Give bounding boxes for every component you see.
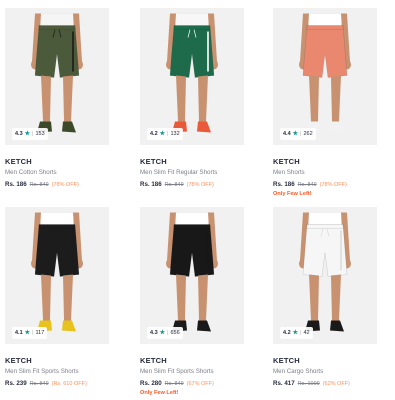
product-card[interactable]: 4.3 ★ | 656 KETCH Men Slim Fit Sports Shorts R… [140, 207, 244, 396]
discount-label: (78% OFF) [186, 182, 214, 188]
price-mrp: Rs. 849 [297, 182, 317, 188]
rating-badge: 4.2 ★ | 132 [147, 128, 183, 140]
stock-warning: Only Few Left! [273, 191, 312, 197]
star-icon: ★ [24, 330, 31, 336]
product-title[interactable]: Men Shorts [273, 169, 377, 176]
discount-label: (78% OFF) [51, 182, 79, 188]
rating-badge: 4.4 ★ | 262 [280, 128, 316, 140]
product-card[interactable]: 4.2 ★ | 132 KETCH Men Slim Fit Regular Shorts… [140, 8, 244, 188]
rating-count: 42 [303, 330, 310, 336]
product-info: KETCH Men Cotton Shorts Rs. 186 Rs. 849 (78%… [5, 145, 109, 188]
product-brand: KETCH [140, 356, 167, 365]
rating-value: 4.2 [150, 131, 158, 137]
product-info: KETCH Men Slim Fit Sports Shorts Rs. 239 Rs… [5, 344, 109, 387]
product-price: Rs. 186 Rs. 849 (78% OFF) [140, 181, 244, 188]
price-mrp: Rs. 849 [164, 182, 184, 188]
product-price: Rs. 280 Rs. 849 (67% OFF) [140, 380, 244, 387]
product-info: KETCH Men Slim Fit Sports Shorts Rs. 280 Rs… [140, 344, 244, 396]
product-title[interactable]: Men Cargo Shorts [273, 368, 377, 375]
product-card[interactable]: 4.3 ★ | 153 KETCH Men Cotton Shorts Rs. 186 Rs.… [5, 8, 109, 188]
rating-separator: | [300, 330, 302, 336]
stock-warning: Only Few Left! [140, 390, 179, 396]
star-icon: ★ [292, 330, 299, 336]
star-icon: ★ [159, 131, 166, 137]
rating-value: 4.4 [283, 131, 291, 137]
product-title[interactable]: Men Slim Fit Regular Shorts [140, 169, 244, 176]
rating-value: 4.1 [15, 330, 23, 336]
product-brand: KETCH [273, 157, 300, 166]
rating-badge: 4.3 ★ | 656 [147, 327, 183, 339]
rating-count: 262 [303, 131, 313, 137]
product-brand: KETCH [5, 157, 32, 166]
rating-count: 117 [35, 330, 45, 336]
product-brand: KETCH [5, 356, 32, 365]
model-wearing-shorts [166, 212, 218, 332]
rating-separator: | [167, 131, 169, 137]
price-current: Rs. 280 [140, 380, 162, 387]
product-image[interactable]: 4.2 ★ | 42 [273, 207, 377, 344]
star-icon: ★ [24, 131, 31, 137]
rating-badge: 4.1 ★ | 117 [12, 327, 48, 339]
rating-value: 4.3 [150, 330, 158, 336]
product-image[interactable]: 4.4 ★ | 262 [273, 8, 377, 145]
model-wearing-shorts [299, 212, 351, 332]
product-title[interactable]: Men Slim Fit Sports Shorts [140, 368, 244, 375]
product-price: Rs. 239 Rs. 849 (Rs. 610 OFF) [5, 380, 109, 387]
model-wearing-shorts [31, 13, 83, 133]
star-icon: ★ [159, 330, 166, 336]
model-wearing-shorts [166, 13, 218, 133]
product-info: KETCH Men Cargo Shorts Rs. 417 Rs. 1099 (62%… [273, 344, 377, 387]
price-current: Rs. 186 [5, 181, 27, 188]
rating-count: 656 [170, 330, 180, 336]
product-image[interactable]: 4.3 ★ | 656 [140, 207, 244, 344]
product-brand: KETCH [140, 157, 167, 166]
discount-label: (67% OFF) [186, 381, 214, 387]
star-icon: ★ [292, 131, 299, 137]
model-wearing-shorts [31, 212, 83, 332]
price-current: Rs. 186 [273, 181, 295, 188]
rating-separator: | [32, 131, 34, 137]
product-price: Rs. 186 Rs. 849 (78% OFF) [273, 181, 377, 188]
price-mrp: Rs. 849 [29, 182, 49, 188]
product-card[interactable]: 4.4 ★ | 262 KETCH Men Shorts Rs. 186 Rs. 849 (78… [273, 8, 377, 197]
discount-label: (78% OFF) [319, 182, 347, 188]
product-image[interactable]: 4.1 ★ | 117 [5, 207, 109, 344]
product-price: Rs. 186 Rs. 849 (78% OFF) [5, 181, 109, 188]
product-grid: 4.3 ★ | 153 KETCH Men Cotton Shorts Rs. 186 Rs.… [0, 0, 395, 400]
product-info: KETCH Men Shorts Rs. 186 Rs. 849 (78% OFF) On… [273, 145, 377, 197]
product-price: Rs. 417 Rs. 1099 (62% OFF) [273, 380, 377, 387]
price-current: Rs. 417 [273, 380, 295, 387]
rating-separator: | [300, 131, 302, 137]
discount-label: (Rs. 610 OFF) [51, 381, 87, 387]
product-card[interactable]: 4.1 ★ | 117 KETCH Men Slim Fit Sports Shorts R… [5, 207, 109, 387]
rating-badge: 4.3 ★ | 153 [12, 128, 48, 140]
rating-count: 153 [35, 131, 45, 137]
rating-badge: 4.2 ★ | 42 [280, 327, 313, 339]
product-title[interactable]: Men Cotton Shorts [5, 169, 109, 176]
price-current: Rs. 239 [5, 380, 27, 387]
rating-separator: | [32, 330, 34, 336]
rating-separator: | [167, 330, 169, 336]
rating-value: 4.2 [283, 330, 291, 336]
rating-count: 132 [170, 131, 180, 137]
price-mrp: Rs. 849 [164, 381, 184, 387]
price-mrp: Rs. 1099 [297, 381, 320, 387]
product-card[interactable]: 4.2 ★ | 42 KETCH Men Cargo Shorts Rs. 417 Rs. 1… [273, 207, 377, 387]
product-title[interactable]: Men Slim Fit Sports Shorts [5, 368, 109, 375]
model-wearing-shorts [299, 13, 351, 133]
product-info: KETCH Men Slim Fit Regular Shorts Rs. 186 R… [140, 145, 244, 188]
product-brand: KETCH [273, 356, 300, 365]
product-image[interactable]: 4.2 ★ | 132 [140, 8, 244, 145]
discount-label: (62% OFF) [322, 381, 350, 387]
price-current: Rs. 186 [140, 181, 162, 188]
price-mrp: Rs. 849 [29, 381, 49, 387]
rating-value: 4.3 [15, 131, 23, 137]
product-image[interactable]: 4.3 ★ | 153 [5, 8, 109, 145]
